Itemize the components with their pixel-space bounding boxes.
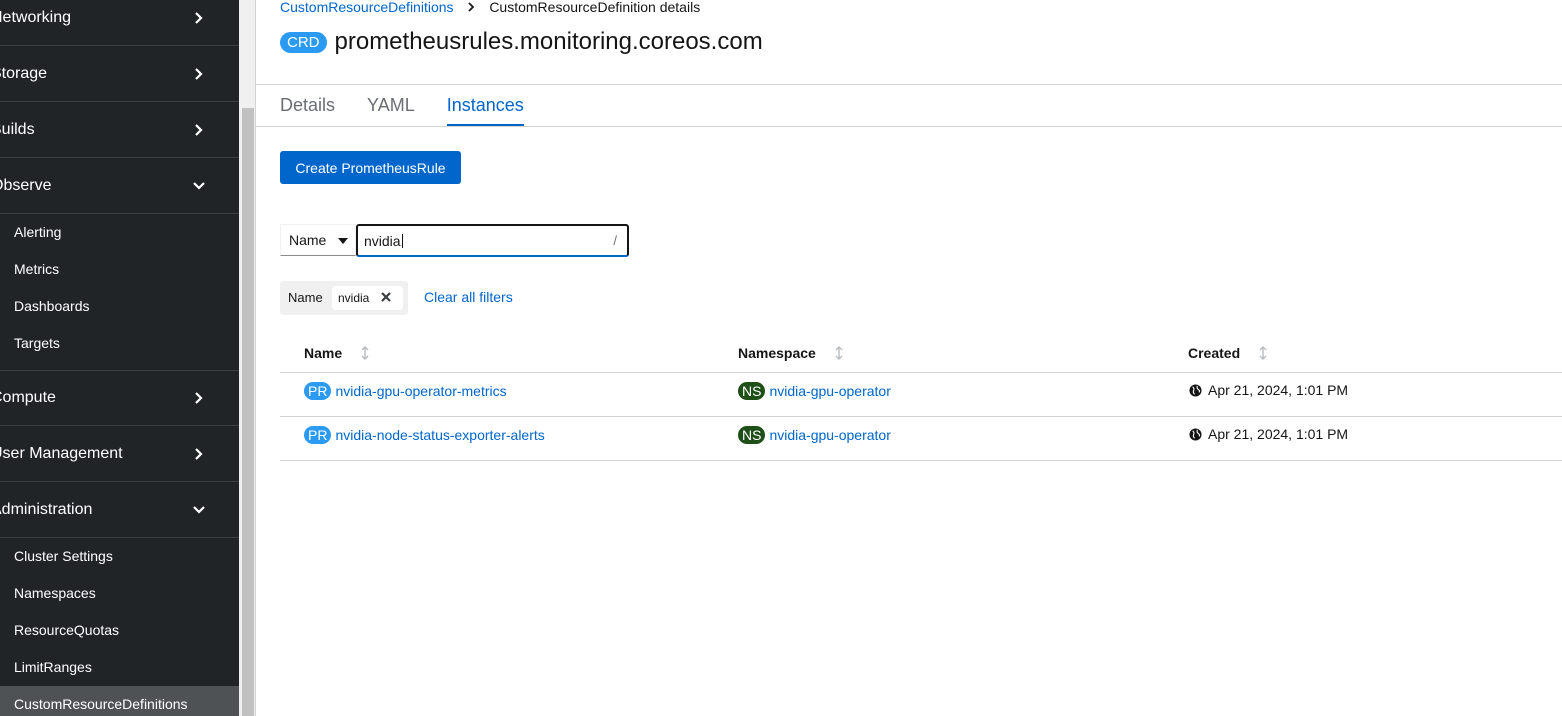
breadcrumb-link-crds[interactable]: CustomResourceDefinitions: [280, 0, 454, 15]
filter-type-dropdown[interactable]: Name: [280, 224, 356, 256]
globe-icon: [1189, 383, 1202, 397]
sidebar-item-resourcequotas[interactable]: ResourceQuotas: [14, 622, 119, 638]
chevron-down-icon: [193, 505, 205, 514]
filter-type-label: Name: [289, 232, 327, 248]
sidebar-item-alerting[interactable]: Alerting: [14, 224, 61, 240]
globe-icon: [1189, 427, 1202, 441]
table-divider: [280, 372, 1562, 373]
chevron-right-icon: [195, 11, 203, 24]
resource-link[interactable]: nvidia-node-status-exporter-alerts: [335, 427, 544, 443]
column-header-label: Namespace: [738, 345, 816, 361]
chip-category-label: Name: [288, 290, 323, 305]
table-cell-namespace: NS nvidia-gpu-operator: [738, 426, 891, 444]
chevron-down-icon: [193, 181, 205, 190]
resource-badge-pr: PR: [304, 382, 332, 400]
sidebar-item-targets[interactable]: Targets: [14, 335, 60, 351]
column-header-name[interactable]: Name: [304, 345, 370, 361]
tabs-divider: [256, 126, 1562, 127]
table-divider: [280, 416, 1562, 417]
sidebar-section-administration[interactable]: Administration: [0, 482, 239, 538]
breadcrumb-current: CustomResourceDefinition details: [489, 0, 701, 15]
table-cell-name: PR nvidia-node-status-exporter-alerts: [304, 426, 545, 444]
column-header-label: Created: [1188, 345, 1241, 361]
sort-icon: [1259, 346, 1267, 360]
column-header-created[interactable]: Created: [1188, 345, 1268, 361]
breadcrumb: CustomResourceDefinitions CustomResource…: [280, 0, 700, 15]
tab-instances[interactable]: Instances: [446, 85, 524, 126]
table-cell-created: Apr 21, 2024, 1:01 PM: [1189, 382, 1348, 398]
tab-yaml[interactable]: YAML: [367, 85, 415, 126]
sidebar-section-observe[interactable]: Observe: [0, 158, 239, 214]
filter-search-input[interactable]: nvidia /: [356, 224, 629, 257]
resource-link[interactable]: nvidia-gpu-operator-metrics: [335, 383, 506, 399]
sort-icon: [835, 346, 843, 360]
table-cell-created: Apr 21, 2024, 1:01 PM: [1189, 426, 1348, 442]
sidebar-section-label: Networking: [0, 8, 72, 26]
created-timestamp: Apr 21, 2024, 1:01 PM: [1208, 426, 1349, 442]
created-timestamp: Apr 21, 2024, 1:01 PM: [1208, 382, 1349, 398]
sidebar-section-compute[interactable]: Compute: [0, 370, 239, 426]
resource-badge-ns: NS: [738, 426, 766, 444]
sidebar-section-label: Compute: [0, 389, 56, 406]
chevron-right-icon: [195, 392, 203, 404]
sidebar-section-user-management[interactable]: User Management: [0, 426, 239, 482]
chevron-right-icon: [468, 2, 475, 12]
keyboard-shortcut-hint: /: [613, 233, 617, 248]
crd-badge: CRD: [280, 31, 327, 53]
table-cell-name: PR nvidia-gpu-operator-metrics: [304, 382, 507, 400]
chevron-right-icon: [195, 447, 203, 460]
resource-badge-pr: PR: [304, 426, 332, 444]
filter-chip: nvidia: [332, 286, 403, 310]
sidebar-section-storage[interactable]: Storage: [0, 46, 239, 102]
page-header: CRD prometheusrules.monitoring.coreos.co…: [280, 28, 763, 56]
sidebar-item-dashboards[interactable]: Dashboards: [14, 298, 90, 314]
close-icon[interactable]: [379, 290, 393, 304]
sidebar-item-customresourcedefinitions[interactable]: CustomResourceDefinitions: [14, 696, 188, 712]
sidebar-section-label: Storage: [0, 64, 48, 82]
sidebar-section-label: Observe: [0, 176, 52, 194]
resource-badge-ns: NS: [738, 382, 766, 400]
chip-value: nvidia: [338, 291, 370, 305]
filter-input-value: nvidia: [364, 232, 401, 249]
sidebar-section-label: Builds: [0, 120, 35, 138]
tab-bar: Details YAML Instances: [280, 85, 556, 127]
sidebar-section-builds[interactable]: Builds: [0, 102, 239, 158]
sidebar-section-label: User Management: [0, 444, 123, 462]
clear-all-filters-link[interactable]: Clear all filters: [424, 289, 513, 305]
page-title: prometheusrules.monitoring.coreos.com: [334, 28, 763, 55]
sidebar-item-namespaces[interactable]: Namespaces: [14, 585, 96, 601]
console-app: Networking Storage Builds Observe Alerti…: [0, 0, 1562, 716]
namespace-link[interactable]: nvidia-gpu-operator: [769, 427, 890, 443]
sort-icon: [361, 346, 369, 360]
table-cell-namespace: NS nvidia-gpu-operator: [738, 382, 891, 400]
namespace-link[interactable]: nvidia-gpu-operator: [769, 383, 890, 399]
sidebar-item-limitranges[interactable]: LimitRanges: [14, 659, 92, 675]
text-cursor: [401, 233, 403, 248]
chevron-right-icon: [195, 67, 203, 80]
main-content: CustomResourceDefinitions CustomResource…: [256, 0, 1562, 716]
column-header-namespace[interactable]: Namespace: [738, 345, 844, 361]
caret-down-icon: [338, 238, 348, 244]
sidebar-item-metrics[interactable]: Metrics: [14, 261, 59, 277]
sidebar-section-networking[interactable]: Networking: [0, 0, 239, 46]
filter-chip-group: Name nvidia: [280, 281, 408, 315]
sidebar-nav: Networking Storage Builds Observe Alerti…: [0, 0, 239, 716]
tab-details[interactable]: Details: [280, 85, 335, 126]
create-prometheusrule-button[interactable]: Create PrometheusRule: [280, 151, 461, 184]
sidebar-section-label: Administration: [0, 500, 93, 518]
sidebar-scrollbar-thumb[interactable]: [242, 108, 254, 716]
table-divider: [280, 460, 1562, 461]
chevron-right-icon: [195, 123, 203, 136]
sidebar-item-cluster-settings[interactable]: Cluster Settings: [14, 548, 113, 564]
column-header-label: Name: [304, 345, 343, 361]
